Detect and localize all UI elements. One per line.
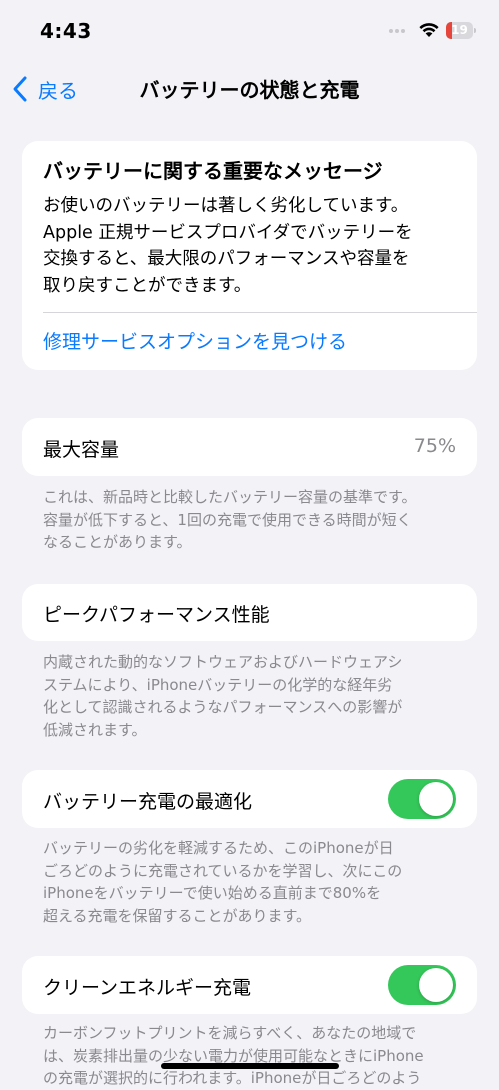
max-capacity-label: 最大容量 [43,439,120,461]
optimized-charging-note: バッテリーの劣化を軽減するため、このiPhoneが日 ごろどのように充電されてい… [43,837,473,927]
battery-icon: 19 [446,22,476,39]
wifi-icon [419,23,439,37]
page-title: バッテリーの状態と充電 [139,78,360,102]
note-line: これは、新品時と比較したバッテリー容量の基準です。 [43,488,417,506]
battery-level: 19 [451,23,468,37]
max-capacity-row: 最大容量 75% [22,418,477,476]
note-line: iPhoneをバッテリーで使い始める直前まで80%を [43,884,382,902]
note-line: カーボンフットプリントを減らすべく、あなたの地域で [43,1024,417,1042]
peak-performance-row[interactable]: ピークパフォーマンス性能 [22,584,477,641]
note-line: バッテリーの劣化を軽減するため、このiPhoneが日 [43,839,394,857]
message-line: 交換すると、最大限のパフォーマンスや容量を [43,249,410,269]
max-capacity-note: これは、新品時と比較したバッテリー容量の基準です。 容量が低下すると、1回の充電… [43,486,473,554]
toggle-knob [419,968,453,1002]
message-title: バッテリーに関する重要なメッセージ [43,159,383,183]
cellular-signal-icon [389,29,405,35]
clean-energy-label: クリーンエネルギー充電 [43,977,252,999]
toggle-knob [419,782,453,816]
clean-energy-note: カーボンフットプリントを減らすべく、あなたの地域で は、炭素排出量の少ない電力が… [43,1022,473,1090]
peak-performance-label: ピークパフォーマンス性能 [43,604,270,626]
peak-performance-note: 内蔵された動的なソフトウェアおよびハードウェアシ ステムにより、iPhoneバッ… [43,651,473,741]
clean-energy-toggle[interactable] [388,965,456,1005]
note-line: の充電が選択的に行われます。iPhoneが日ごろどのよう [43,1069,422,1087]
note-line: ステムにより、iPhoneバッテリーの化学的な経年劣 [43,675,393,694]
optimized-charging-toggle[interactable] [388,779,456,819]
message-line: Apple 正規サービスプロバイダでバッテリーを [43,222,413,243]
home-indicator[interactable] [161,1063,339,1069]
optimized-charging-row: バッテリー充電の最適化 [22,770,477,828]
message-line: 取り戻すことができます。 [43,275,252,296]
note-line: 超える充電を保留することがあります。 [43,906,312,925]
divider [43,312,477,313]
note-line: 低減されます。 [43,720,147,739]
battery-message-card: バッテリーに関する重要なメッセージ お使いのバッテリーは著しく劣化しています。 … [22,141,477,370]
find-repair-options-link[interactable]: 修理サービスオプションを見つける [43,327,347,354]
note-line: ごろどのように充電されているかを学習し、次にこの [43,861,403,880]
clean-energy-row: クリーンエネルギー充電 [22,956,477,1014]
optimized-charging-label: バッテリー充電の最適化 [43,791,253,813]
max-capacity-value: 75% [413,435,456,457]
note-line: 容量が低下すると、1回の充電で使用できる時間が短く [43,510,412,529]
status-time: 4:43 [40,19,92,43]
note-line: なることがあります。 [43,533,192,551]
status-bar: 4:43 19 [0,0,499,62]
message-line: お使いのバッテリーは著しく劣化しています。 [43,196,409,216]
note-line: 内蔵された動的なソフトウェアおよびハードウェアシ [43,653,403,671]
message-body: お使いのバッテリーは著しく劣化しています。 Apple 正規サービスプロバイダで… [43,193,463,299]
note-line: 化として認識されるようなパフォーマンスへの影響が [43,698,403,716]
